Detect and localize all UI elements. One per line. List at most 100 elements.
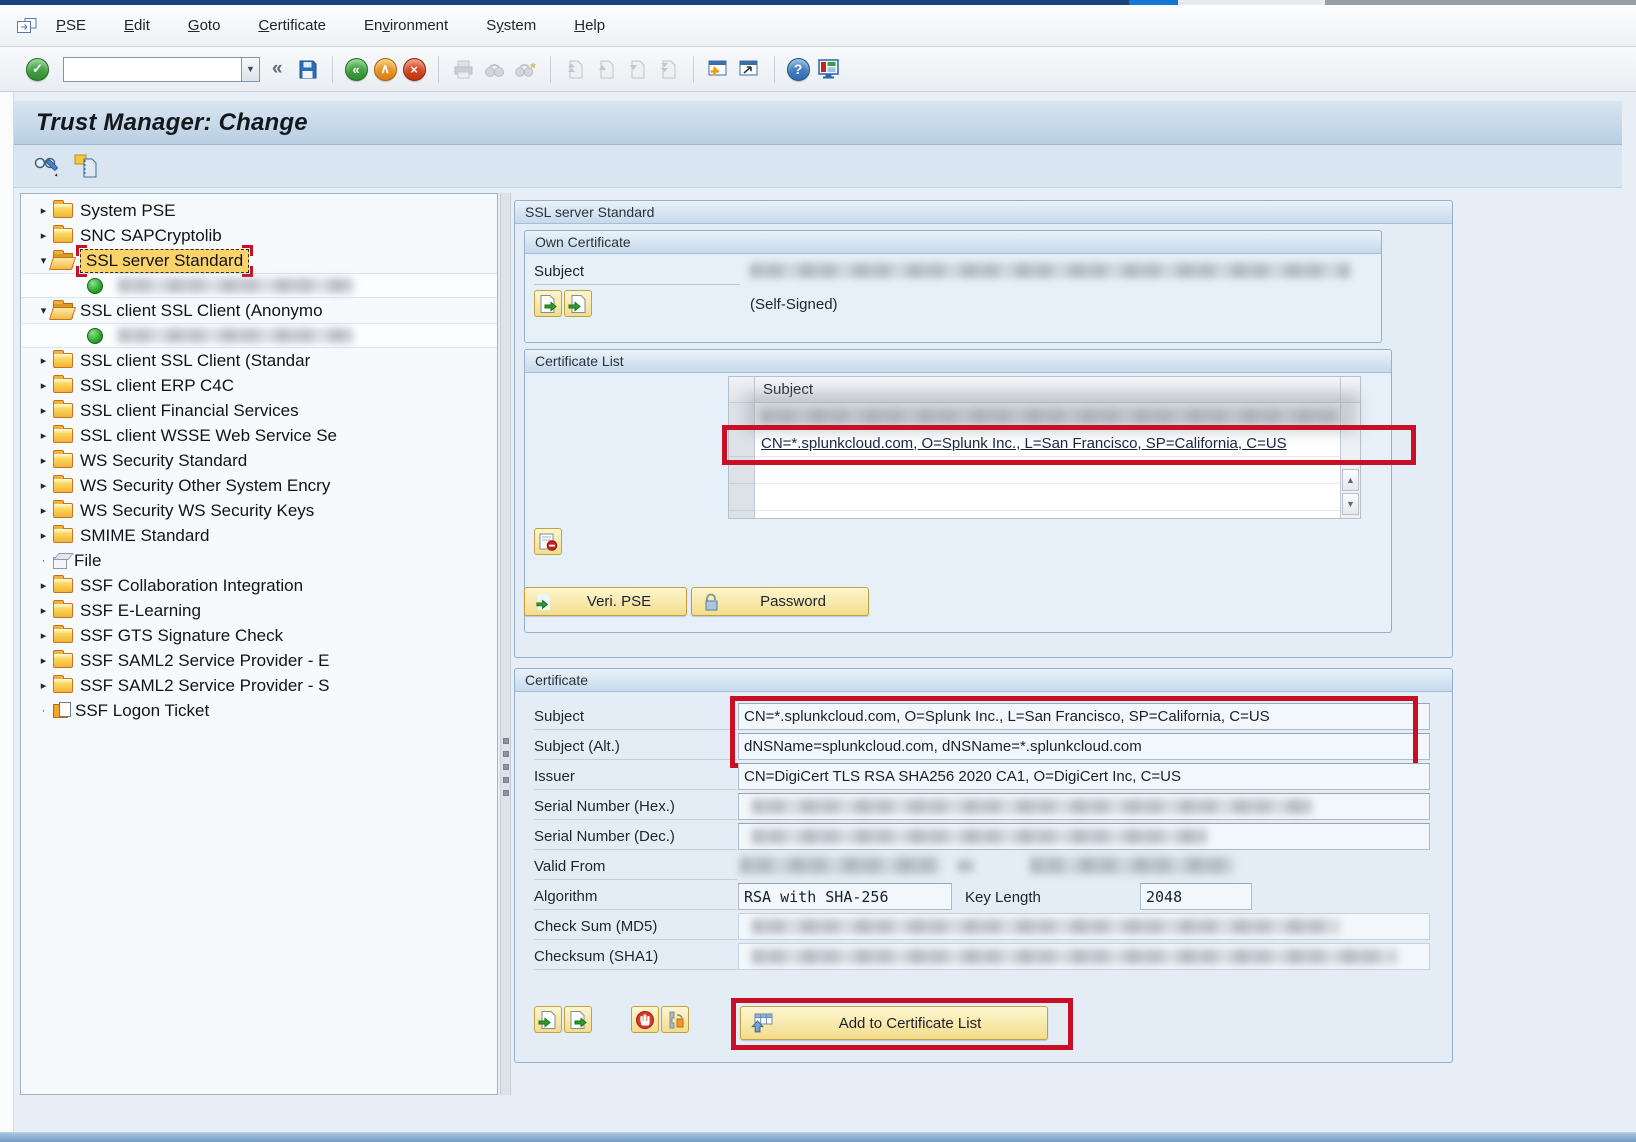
export-own-certificate-button[interactable] xyxy=(534,290,562,317)
tree-item[interactable]: ▸ SSF GTS Signature Check xyxy=(21,623,497,648)
menu-bar: PSE Edit Goto Certificate Environment Sy… xyxy=(0,5,1636,47)
help-icon[interactable]: ? xyxy=(787,58,810,81)
block-certificate-button[interactable] xyxy=(631,1006,659,1033)
tree-item[interactable]: ▸ SSF E-Learning xyxy=(21,598,497,623)
expander-icon[interactable]: ▸ xyxy=(35,404,52,417)
export-certificate-button[interactable] xyxy=(564,1006,592,1033)
expander-icon[interactable]: · xyxy=(35,705,52,717)
menu-item[interactable]: PSE xyxy=(56,17,86,34)
screen-title-bar: Trust Manager: Change xyxy=(14,100,1622,145)
tree-item[interactable]: ▸ SSL client WSSE Web Service Se xyxy=(21,423,497,448)
tree-item[interactable]: · File xyxy=(21,548,497,573)
expander-icon[interactable]: ▸ xyxy=(35,479,52,492)
command-field-dropdown-icon[interactable]: ▼ xyxy=(241,57,260,82)
tree-item[interactable]: ▸ SMIME Standard xyxy=(21,523,497,548)
tree-item-icon xyxy=(53,653,73,668)
first-page-icon xyxy=(563,57,588,82)
expander-icon[interactable]: ▸ xyxy=(35,454,52,467)
collapse-toolbar-icon[interactable]: « xyxy=(272,58,283,80)
certificate-row-splunkcloud[interactable]: CN=*.splunkcloud.com, O=Splunk Inc., L=S… xyxy=(755,430,1340,457)
menu-item[interactable]: Goto xyxy=(188,17,221,34)
tree-item-label: WS Security Other System Encry xyxy=(80,476,330,496)
display-change-toggle-icon[interactable] xyxy=(33,153,61,179)
expander-icon[interactable]: ▸ xyxy=(35,529,52,542)
serial-hex-redacted xyxy=(752,799,1312,814)
customize-layout-icon[interactable] xyxy=(816,57,841,82)
tree-item[interactable]: ▾ SSL server Standard xyxy=(21,248,497,273)
tree-item[interactable]: ▸ SSF SAML2 Service Provider - E xyxy=(21,648,497,673)
expander-icon[interactable]: ▸ xyxy=(35,629,52,642)
tree-item[interactable] xyxy=(21,323,497,348)
expander-icon[interactable]: ▸ xyxy=(35,604,52,617)
certificate-row-empty[interactable] xyxy=(755,457,1340,484)
expander-icon[interactable]: ▸ xyxy=(35,579,52,592)
valid-from-label: Valid From xyxy=(534,853,737,880)
tree-item[interactable]: ▸ SSL client ERP C4C xyxy=(21,373,497,398)
window-left-edge xyxy=(0,92,14,1142)
reread-icon[interactable] xyxy=(73,153,101,179)
tree-item[interactable]: ▸ WS Security WS Security Keys xyxy=(21,498,497,523)
expander-icon[interactable]: · xyxy=(35,555,52,567)
tree-item[interactable]: ▸ System PSE xyxy=(21,198,497,223)
tree-item-icon xyxy=(53,503,73,518)
expander-icon[interactable]: ▸ xyxy=(35,229,52,242)
exit-icon[interactable]: × xyxy=(403,58,426,81)
tree-item[interactable]: ▸ SSF SAML2 Service Provider - S xyxy=(21,673,497,698)
add-to-certificate-list-button[interactable]: Add to Certificate List xyxy=(740,1006,1048,1040)
menu-item[interactable]: System xyxy=(486,17,536,34)
application-toolbar xyxy=(14,145,1622,188)
tree-item-label: SSL client ERP C4C xyxy=(80,376,234,396)
menu-item[interactable]: Edit xyxy=(124,17,150,34)
import-own-certificate-button[interactable] xyxy=(564,290,592,317)
expander-icon[interactable]: ▸ xyxy=(35,679,52,692)
verify-pse-button[interactable]: Veri. PSE xyxy=(524,587,687,616)
tree-item[interactable]: ▸ WS Security Other System Encry xyxy=(21,473,497,498)
expander-icon[interactable]: ▸ xyxy=(35,204,52,217)
menu-item[interactable]: Help xyxy=(574,17,605,34)
own-subject-label: Subject xyxy=(534,258,740,285)
certificate-response-button[interactable] xyxy=(661,1006,689,1033)
sha1-redacted xyxy=(752,949,1397,964)
next-page-icon xyxy=(625,57,650,82)
tree-item[interactable] xyxy=(21,273,497,298)
subject-alt-label: Subject (Alt.) xyxy=(534,733,737,760)
tree-item[interactable]: ▸ SNC SAPCryptolib xyxy=(21,223,497,248)
import-certificate-button[interactable] xyxy=(534,1006,562,1033)
command-field[interactable] xyxy=(63,57,241,82)
expander-icon[interactable]: ▸ xyxy=(35,654,52,667)
tree-item[interactable]: ▸ WS Security Standard xyxy=(21,448,497,473)
scroll-down-icon[interactable]: ▼ xyxy=(1342,493,1359,515)
expander-icon[interactable]: ▸ xyxy=(35,354,52,367)
tree-item[interactable]: · SSF Logon Ticket xyxy=(21,698,497,723)
create-shortcut-icon[interactable] xyxy=(737,57,762,82)
expander-icon[interactable]: ▸ xyxy=(35,379,52,392)
certificate-list-table[interactable]: Subject CN=*.splunkcloud.com, O=Splunk I… xyxy=(728,376,1361,519)
system-menu-icon[interactable] xyxy=(16,16,38,36)
tree-item[interactable]: ▾ SSL client SSL Client (Anonymo xyxy=(21,298,497,323)
key-length-value: 2048 xyxy=(1140,883,1252,910)
menu-item[interactable]: Environment xyxy=(364,17,448,34)
menu-item[interactable]: Certificate xyxy=(258,17,326,34)
tree-item-label: File xyxy=(74,551,101,571)
redacted-area xyxy=(746,393,1358,433)
expander-icon[interactable]: ▸ xyxy=(35,429,52,442)
tree-item-label: SSL client WSSE Web Service Se xyxy=(80,426,337,446)
tree-item-icon xyxy=(87,328,103,344)
scroll-up-icon[interactable]: ▲ xyxy=(1342,469,1359,491)
tree-item[interactable]: ▸ SSF Collaboration Integration xyxy=(21,573,497,598)
save-icon[interactable] xyxy=(295,57,320,82)
certificate-title: Certificate xyxy=(515,669,1452,692)
expander-icon[interactable]: ▸ xyxy=(35,504,52,517)
up-icon[interactable]: ∧ xyxy=(374,58,397,81)
delete-certificate-button[interactable] xyxy=(534,528,562,555)
password-button[interactable]: Password xyxy=(691,587,869,616)
tree-item[interactable]: ▸ SSL client Financial Services xyxy=(21,398,497,423)
tree-item[interactable]: ▸ SSL client SSL Client (Standar xyxy=(21,348,497,373)
toolbar-separator xyxy=(550,56,551,83)
certificate-row-empty[interactable] xyxy=(755,484,1340,511)
panel-splitter[interactable] xyxy=(500,193,511,1095)
new-session-icon[interactable] xyxy=(706,57,731,82)
back-icon[interactable]: « xyxy=(345,58,368,81)
own-subject-value-redacted xyxy=(750,263,1350,278)
enter-button[interactable]: ✓ xyxy=(26,58,49,81)
